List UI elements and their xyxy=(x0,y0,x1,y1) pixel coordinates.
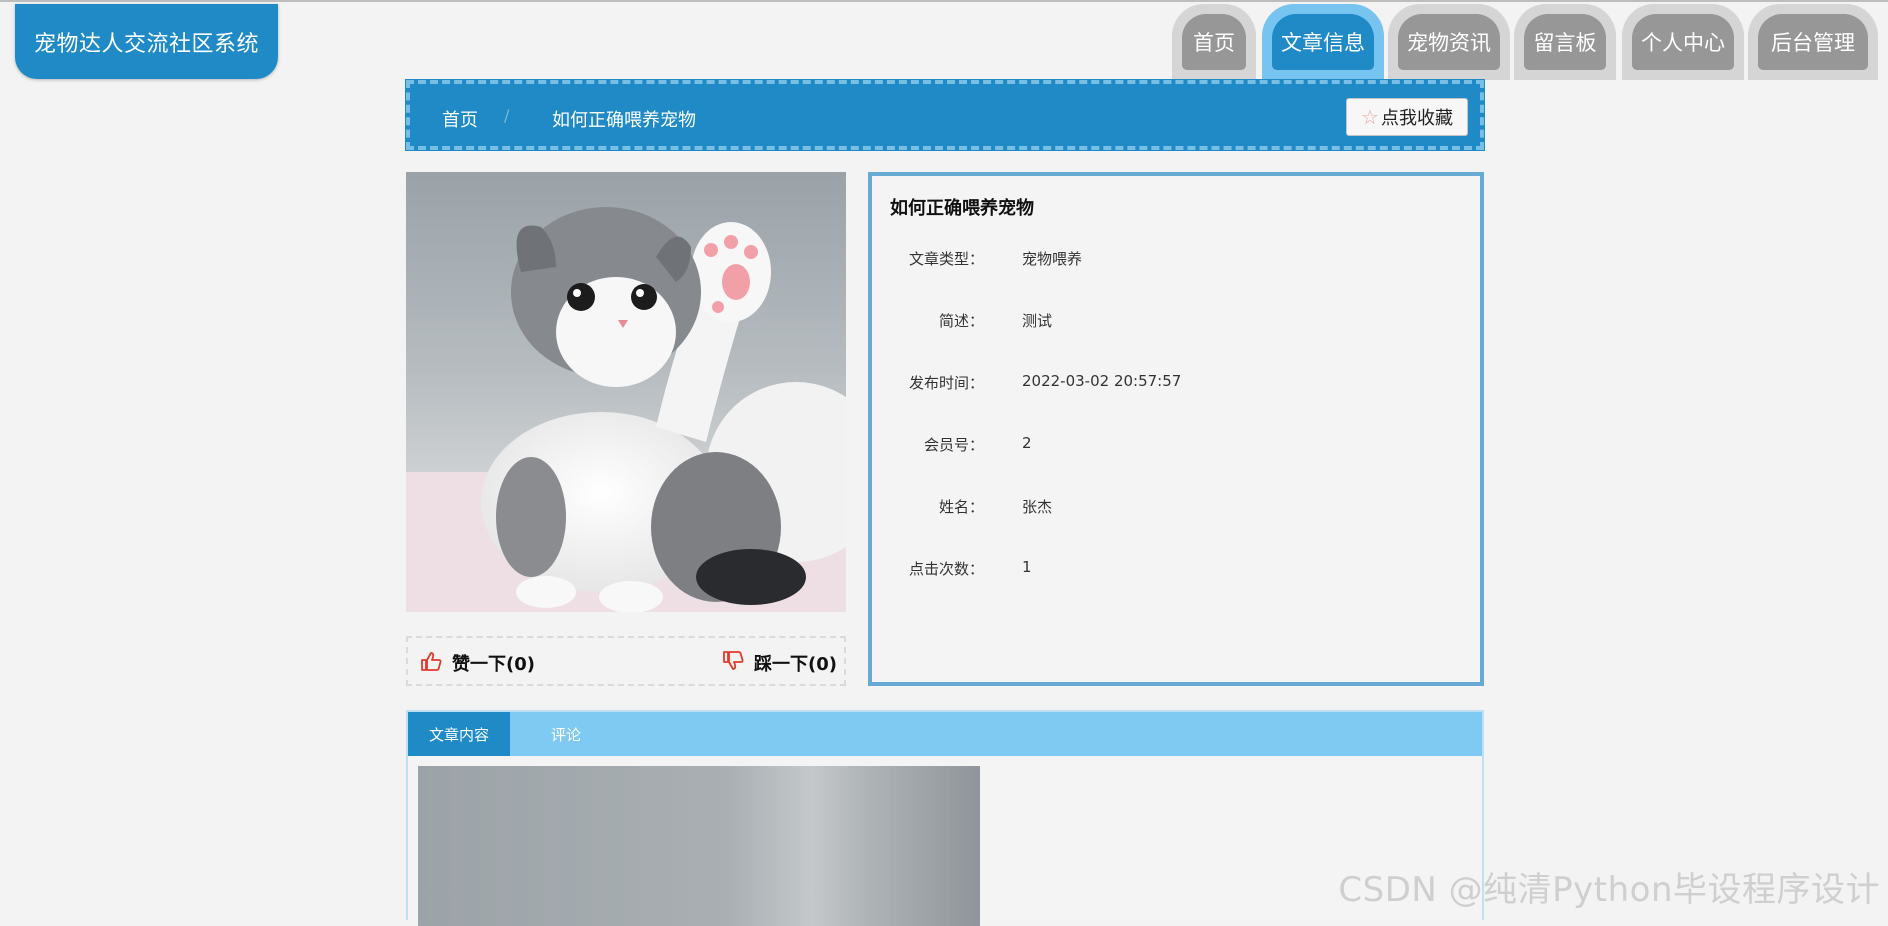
article-content-image xyxy=(418,766,980,926)
like-button[interactable]: 赞一下(0) xyxy=(420,650,535,676)
dislike-label: 踩一下(0) xyxy=(754,654,837,675)
nav-message-board-label[interactable]: 留言板 xyxy=(1524,14,1606,70)
publish-time-value: 2022-03-02 20:57:57 xyxy=(1022,372,1182,390)
summary-label: 简述： xyxy=(938,312,984,330)
star-icon: ☆ xyxy=(1361,105,1379,129)
breadcrumb-separator: / xyxy=(504,106,510,125)
watermark: CSDN @纯清Python毕设程序设计 xyxy=(1338,870,1880,910)
name-value: 张杰 xyxy=(1022,498,1053,516)
kitten-photo xyxy=(406,172,846,612)
click-count-value: 1 xyxy=(1022,558,1032,576)
nav-admin-label[interactable]: 后台管理 xyxy=(1758,14,1868,70)
thumbs-down-icon xyxy=(722,651,744,675)
breadcrumb-home[interactable]: 首页 xyxy=(442,106,478,132)
article-info-panel: 如何正确喂养宠物 文章类型： 宠物喂养 简述： 测试 发布时间： 2022-03… xyxy=(868,172,1484,686)
like-label: 赞一下(0) xyxy=(452,654,535,675)
publish-time-label: 发布时间： xyxy=(908,374,984,392)
favorite-button[interactable]: ☆ 点我收藏 xyxy=(1346,98,1468,136)
nav-home[interactable]: 首页 xyxy=(1172,4,1256,80)
summary-value: 测试 xyxy=(1022,312,1053,330)
breadcrumb-current: 如何正确喂养宠物 xyxy=(552,110,696,131)
nav-user-center[interactable]: 个人中心 xyxy=(1622,4,1744,80)
nav-message-board[interactable]: 留言板 xyxy=(1514,4,1616,80)
vote-bar: 赞一下(0) 踩一下(0) xyxy=(406,636,846,686)
nav-pet-news-label[interactable]: 宠物资讯 xyxy=(1398,14,1500,70)
tabs-header: 文章内容 评论 xyxy=(408,712,1482,756)
member-id-value: 2 xyxy=(1022,434,1032,452)
name-label: 姓名： xyxy=(938,498,984,516)
nav-user-center-label[interactable]: 个人中心 xyxy=(1632,14,1734,70)
tab-comments[interactable]: 评论 xyxy=(510,712,622,756)
type-value: 宠物喂养 xyxy=(1022,250,1083,268)
type-label: 文章类型： xyxy=(908,250,984,268)
tab-article-content[interactable]: 文章内容 xyxy=(408,712,510,756)
nav-pet-news[interactable]: 宠物资讯 xyxy=(1388,4,1510,80)
article-title: 如何正确喂养宠物 xyxy=(890,198,1034,219)
nav-admin[interactable]: 后台管理 xyxy=(1748,4,1878,80)
site-logo[interactable]: 宠物达人交流社区系统 xyxy=(15,4,278,79)
nav-home-label[interactable]: 首页 xyxy=(1182,14,1246,70)
dislike-button[interactable]: 踩一下(0) xyxy=(722,650,837,676)
nav-articles-label[interactable]: 文章信息 xyxy=(1272,14,1374,70)
member-id-label: 会员号： xyxy=(923,436,984,454)
thumbs-up-icon xyxy=(420,651,442,675)
favorite-label: 点我收藏 xyxy=(1380,108,1453,129)
top-border xyxy=(0,0,1888,2)
nav-articles[interactable]: 文章信息 xyxy=(1262,4,1384,80)
content-tabs: 文章内容 评论 xyxy=(406,710,1484,926)
breadcrumb: 首页 / 如何正确喂养宠物 ☆ 点我收藏 xyxy=(405,79,1485,151)
click-count-label: 点击次数： xyxy=(908,560,984,578)
